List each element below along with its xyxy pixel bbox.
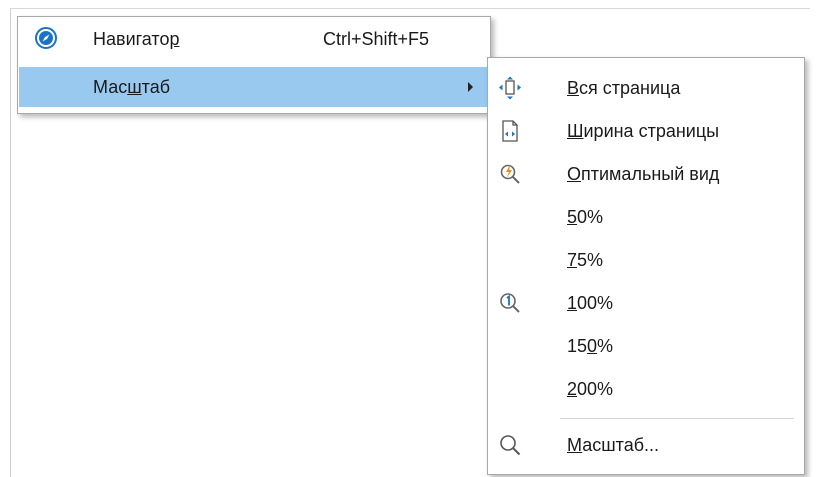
- menu-item-label: 150%: [567, 336, 614, 356]
- menu-item-zoom[interactable]: Масштаб: [19, 67, 489, 107]
- menu-item-zoom-50[interactable]: 50%: [489, 197, 803, 237]
- menu-item-label: Масштаб: [93, 77, 171, 97]
- menu-item-label: 75%: [567, 250, 604, 270]
- zoom-100-icon: [498, 291, 522, 315]
- menu-item-label: Оптимальный вид: [567, 164, 720, 184]
- view-menu: Навигатор Ctrl+Shift+F5 Масштаб: [17, 16, 491, 114]
- menu-item-zoom-dialog[interactable]: Масштаб...: [489, 425, 803, 465]
- entire-page-icon: [498, 76, 522, 100]
- menu-item-label: Вся страница: [567, 78, 681, 98]
- menu-item-label: Навигатор: [93, 29, 180, 49]
- zoom-search-icon: [498, 433, 522, 457]
- navigator-compass-icon: [34, 26, 58, 50]
- menu-item-zoom-75[interactable]: 75%: [489, 240, 803, 280]
- menu-separator: [560, 418, 794, 419]
- menu-item-entire-page[interactable]: Вся страница: [489, 68, 803, 108]
- submenu-arrow-icon: [468, 82, 473, 92]
- menu-item-label: 100%: [567, 293, 614, 313]
- menu-item-page-width[interactable]: Ширина страницы: [489, 111, 803, 151]
- page-width-icon: [498, 119, 522, 143]
- zoom-submenu: Вся страница Ширина страницы Оптимальный…: [487, 57, 805, 475]
- menu-item-zoom-100[interactable]: 100%: [489, 283, 803, 323]
- menu-item-zoom-200[interactable]: 200%: [489, 369, 803, 409]
- menu-item-label: 50%: [567, 207, 604, 227]
- menu-item-shortcut: Ctrl+Shift+F5: [323, 29, 430, 49]
- menu-item-label: Масштаб...: [567, 435, 660, 455]
- optimal-view-icon: [498, 162, 522, 186]
- menu-item-navigator[interactable]: Навигатор Ctrl+Shift+F5: [19, 19, 489, 59]
- menu-item-optimal-view[interactable]: Оптимальный вид: [489, 154, 803, 194]
- menu-item-zoom-150[interactable]: 150%: [489, 326, 803, 366]
- menu-item-label: 200%: [567, 379, 614, 399]
- menu-item-label: Ширина страницы: [567, 121, 720, 141]
